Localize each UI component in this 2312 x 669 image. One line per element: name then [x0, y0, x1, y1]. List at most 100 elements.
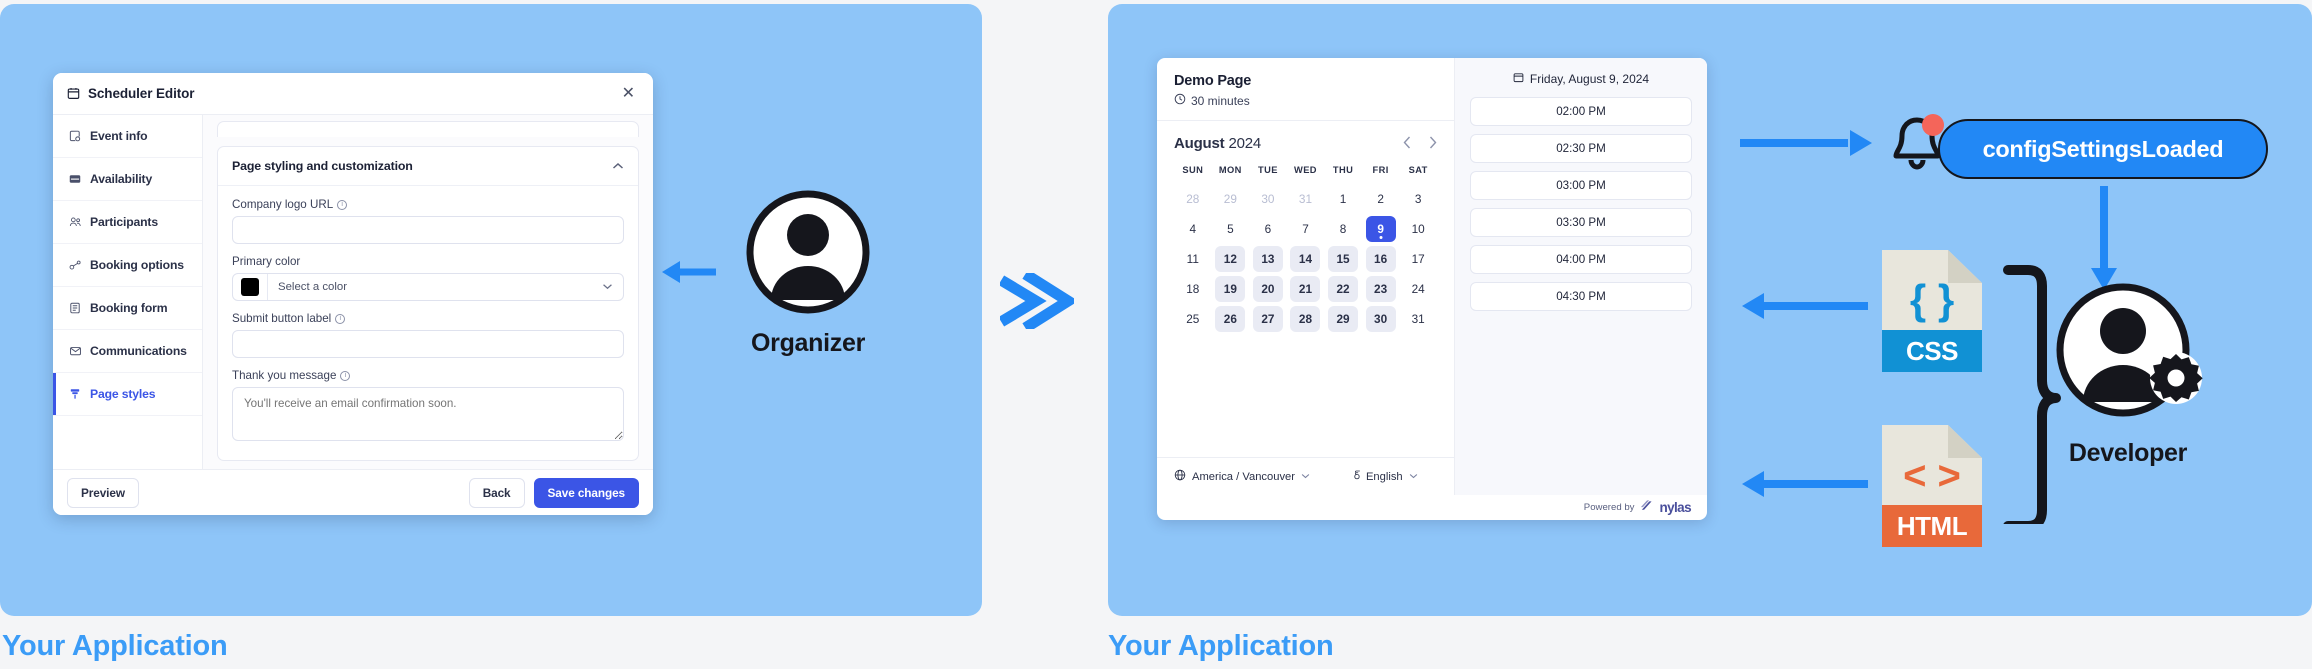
- time-slot-button[interactable]: 02:00 PM: [1470, 97, 1692, 126]
- day-22[interactable]: 22: [1328, 276, 1359, 302]
- time-slot-button[interactable]: 04:00 PM: [1470, 245, 1692, 274]
- chevron-down-icon[interactable]: [1301, 471, 1310, 482]
- day-30[interactable]: 30: [1365, 306, 1396, 332]
- booking-options-icon: [68, 259, 82, 271]
- chevron-right-icon[interactable]: [1429, 136, 1437, 151]
- selected-date-header: Friday, August 9, 2024: [1470, 72, 1692, 86]
- back-button[interactable]: Back: [468, 477, 525, 508]
- chevron-down-icon[interactable]: [1409, 471, 1418, 482]
- day-29[interactable]: 29: [1328, 306, 1359, 332]
- day-20[interactable]: 20: [1252, 276, 1283, 302]
- info-icon[interactable]: i: [335, 313, 346, 324]
- calendar-day-cell: 10: [1399, 214, 1437, 244]
- calendar-day-cell[interactable]: 12: [1212, 244, 1250, 274]
- booking-duration: 30 minutes: [1174, 93, 1437, 108]
- day-15[interactable]: 15: [1328, 246, 1359, 272]
- calendar-day-cell[interactable]: 16: [1362, 244, 1400, 274]
- css-file-icon: { } CSS: [1882, 250, 1982, 372]
- calendar-day-cell[interactable]: 26: [1212, 304, 1250, 334]
- diagram-canvas: Scheduler Editor ✕ Event info Availabili…: [0, 0, 2312, 669]
- close-icon[interactable]: ✕: [618, 84, 639, 104]
- day-12[interactable]: 12: [1215, 246, 1246, 272]
- editor-content: Page styling and customization Company l…: [203, 115, 653, 469]
- day-27[interactable]: 27: [1252, 306, 1283, 332]
- chevron-down-icon[interactable]: [602, 281, 613, 293]
- calendar-day-cell[interactable]: 29: [1324, 304, 1362, 334]
- time-slots-pane: Friday, August 9, 2024 02:00 PM 02:30 PM 0…: [1455, 58, 1707, 495]
- arrow-organizer-to-booking: [998, 269, 1079, 334]
- calendar-day-cell[interactable]: 21: [1287, 274, 1325, 304]
- sidebar-item-communications[interactable]: Communications: [53, 330, 202, 373]
- field-label: Primary color: [232, 255, 624, 268]
- timezone-selector[interactable]: America / Vancouver: [1174, 469, 1310, 484]
- calendar-day-cell[interactable]: 13: [1249, 244, 1287, 274]
- sidebar-item-booking-form[interactable]: Booking form: [53, 287, 202, 330]
- calendar-week-row: 18 19 20 21 22 23 24: [1174, 274, 1437, 304]
- time-slot-button[interactable]: 04:30 PM: [1470, 282, 1692, 311]
- label-text: Submit button label: [232, 312, 332, 325]
- sidebar-item-label: Participants: [90, 215, 158, 229]
- chevron-left-icon[interactable]: [1403, 136, 1411, 151]
- chevron-up-icon[interactable]: [612, 160, 624, 172]
- preview-button[interactable]: Preview: [67, 477, 139, 508]
- sidebar-item-participants[interactable]: Participants: [53, 201, 202, 244]
- calendar-day-cell[interactable]: 28: [1287, 304, 1325, 334]
- field-thank-you-message: Thank you message i: [232, 369, 624, 446]
- day-16[interactable]: 16: [1365, 246, 1396, 272]
- field-label: Submit button label i: [232, 312, 624, 325]
- color-swatch[interactable]: [241, 278, 259, 296]
- day-14[interactable]: 14: [1290, 246, 1321, 272]
- day-9[interactable]: 9: [1365, 216, 1396, 242]
- scheduler-editor-window: Scheduler Editor ✕ Event info Availabili…: [53, 73, 653, 515]
- submit-button-label-input[interactable]: [232, 330, 624, 358]
- day-19[interactable]: 19: [1215, 276, 1246, 302]
- developer-figure: Developer: [2028, 280, 2228, 468]
- calendar-day-cell[interactable]: 14: [1287, 244, 1325, 274]
- calendar-day-cell: 2: [1362, 184, 1400, 214]
- calendar-day-cell[interactable]: 30: [1362, 304, 1400, 334]
- thank-you-message-input[interactable]: [232, 387, 624, 441]
- calendar-day-cell[interactable]: 19: [1212, 274, 1250, 304]
- day-3: 3: [1414, 192, 1422, 206]
- calendar-day-cell: 31: [1287, 184, 1325, 214]
- calendar-day-cell[interactable]: 22: [1324, 274, 1362, 304]
- calendar-day-cell: 6: [1249, 214, 1287, 244]
- info-icon[interactable]: i: [340, 370, 351, 381]
- participants-icon: [68, 216, 82, 228]
- caption-your-application-left: Your Application: [2, 630, 228, 662]
- calendar-day-cell: 7: [1287, 214, 1325, 244]
- sidebar-item-event-info[interactable]: Event info: [53, 115, 202, 158]
- calendar-day-cell[interactable]: 15: [1324, 244, 1362, 274]
- sidebar-filler: [53, 416, 202, 469]
- event-name-label: configSettingsLoaded: [1982, 135, 2224, 162]
- sidebar-item-booking-options[interactable]: Booking options: [53, 244, 202, 287]
- language-selector[interactable]: ర్ English: [1354, 470, 1418, 484]
- day-23[interactable]: 23: [1365, 276, 1396, 302]
- company-logo-url-input[interactable]: [232, 216, 624, 244]
- sidebar-item-availability[interactable]: Availability: [53, 158, 202, 201]
- calendar-day-cell[interactable]: 20: [1249, 274, 1287, 304]
- duration-label: 30 minutes: [1191, 93, 1250, 108]
- time-slot-button[interactable]: 03:30 PM: [1470, 208, 1692, 237]
- day-21[interactable]: 21: [1290, 276, 1321, 302]
- calendar-day-cell[interactable]: 23: [1362, 274, 1400, 304]
- time-slot-button[interactable]: 02:30 PM: [1470, 134, 1692, 163]
- day-28[interactable]: 28: [1290, 306, 1321, 332]
- day-6: 6: [1264, 222, 1272, 236]
- sidebar-item-label: Page styles: [90, 387, 156, 401]
- day-13[interactable]: 13: [1252, 246, 1283, 272]
- primary-color-picker[interactable]: Select a color: [232, 273, 624, 301]
- page-styling-card-header[interactable]: Page styling and customization: [218, 147, 638, 186]
- html-file-label: HTML: [1882, 505, 1982, 547]
- calendar-nav: [1403, 136, 1437, 151]
- info-icon[interactable]: i: [337, 199, 348, 210]
- day-26[interactable]: 26: [1215, 306, 1246, 332]
- calendar-day-cell[interactable]: 27: [1249, 304, 1287, 334]
- communications-icon: [68, 345, 82, 357]
- organizer-figure: Organizer: [718, 190, 898, 358]
- calendar-header: August 2024: [1174, 135, 1437, 152]
- save-changes-button[interactable]: Save changes: [533, 477, 639, 508]
- sidebar-item-page-styles[interactable]: Page styles: [53, 373, 202, 416]
- calendar-day-cell[interactable]: 9: [1362, 214, 1400, 244]
- time-slot-button[interactable]: 03:00 PM: [1470, 171, 1692, 200]
